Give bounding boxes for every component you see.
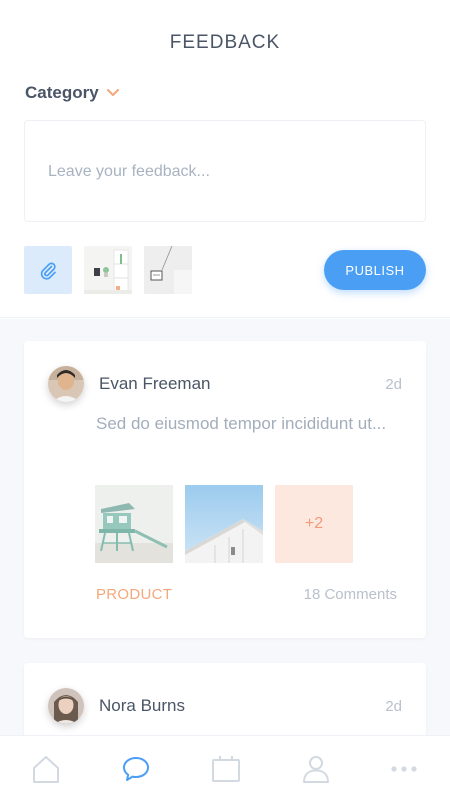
bottom-navigation [0,735,450,800]
post-time: 2d [385,698,402,715]
feedback-card[interactable]: Nora Burns 2d [24,663,426,735]
nav-feedback[interactable] [120,753,152,785]
category-tag[interactable]: PRODUCT [96,586,172,603]
nav-calendar[interactable] [210,753,242,785]
avatar[interactable] [48,366,84,402]
feedback-input[interactable] [48,157,398,187]
profile-icon [303,756,329,783]
post-photo[interactable] [185,485,263,563]
comments-link[interactable]: 18 Comments [304,586,397,603]
more-photos-tile[interactable]: +2 [275,485,353,563]
post-text: Sed do eiusmod tempor incididunt ut... [96,414,387,433]
post-time: 2d [385,376,402,393]
post-author[interactable]: Nora Burns [99,696,185,716]
home-icon [33,756,59,783]
avatar[interactable] [48,688,84,724]
nav-profile[interactable] [300,753,332,785]
feedback-card[interactable]: Evan Freeman 2d Sed do eiusmod tempor in… [24,341,426,638]
category-label: Category [25,83,99,102]
feedback-box [24,120,426,222]
more-icon [391,766,417,772]
calendar-icon [212,756,240,782]
lamp-image [144,246,192,294]
post-author[interactable]: Evan Freeman [99,374,211,394]
feedback-composer: FEEDBACK Category Leave your feedback...… [0,0,450,318]
nav-more[interactable] [388,753,420,785]
post-photo[interactable] [95,485,173,563]
house-roof-image [185,485,263,563]
lifeguard-tower-image [95,485,173,563]
shelf-image [84,246,132,294]
attachment-thumbnail[interactable] [84,246,132,294]
publish-button[interactable]: PUBLISH [324,250,426,290]
attach-button[interactable] [24,246,72,294]
nav-home[interactable] [30,753,62,785]
page-title: FEEDBACK [169,32,281,53]
chevron-down-icon [106,89,119,96]
chat-icon [123,757,149,781]
feedback-feed[interactable]: Evan Freeman 2d Sed do eiusmod tempor in… [0,319,450,735]
attachment-thumbnail[interactable] [144,246,192,294]
category-dropdown[interactable]: Category [25,83,119,103]
paperclip-icon [40,262,56,280]
